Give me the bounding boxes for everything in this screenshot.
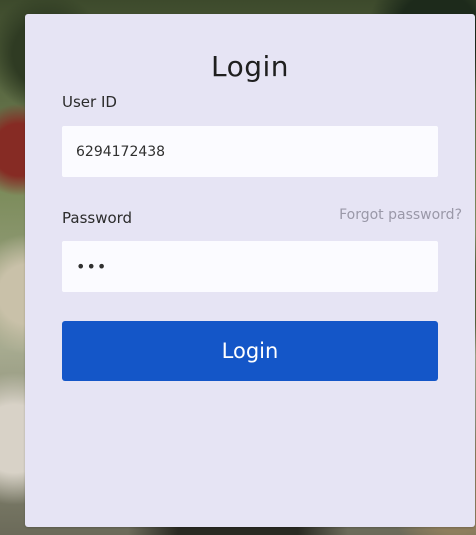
forgot-password-link[interactable]: Forgot password? [339,207,462,223]
login-card: Login User ID Password Forgot password? … [25,14,475,527]
page-title: Login [210,50,290,83]
user-id-label: User ID [62,93,117,111]
user-id-input[interactable] [62,126,438,177]
password-label: Password [62,209,133,227]
password-input[interactable] [62,241,438,292]
login-button[interactable]: Login [62,321,438,381]
